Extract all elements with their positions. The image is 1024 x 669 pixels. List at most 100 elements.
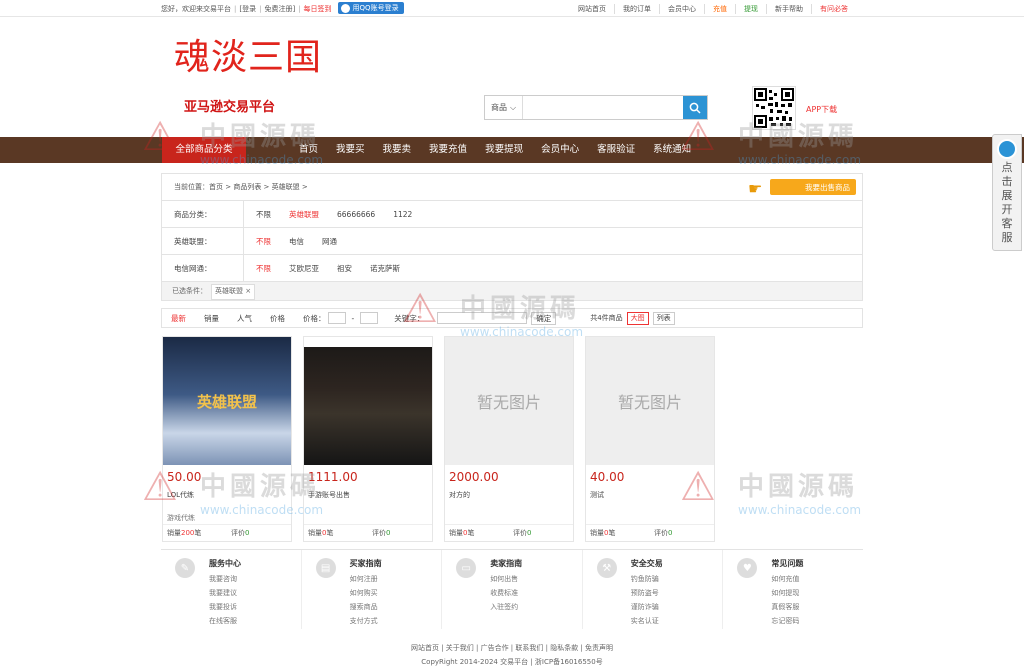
top-link-member[interactable]: 会员中心 [659, 4, 704, 14]
filter-row-lol: 英雄联盟： 不限 电信 网通 [162, 228, 862, 255]
sell-goods-button[interactable]: ☛ 我要出售商品 [748, 179, 856, 198]
filter-option-active[interactable]: 不限 [256, 255, 271, 281]
footer-link[interactable]: 我要咨询 [209, 572, 301, 586]
filter-option[interactable]: 1122 [393, 201, 412, 227]
filter-confirm-button[interactable]: 确定 [531, 311, 557, 325]
view-grid-button[interactable]: 大图 [626, 311, 649, 325]
footer-link[interactable]: 如何提现 [771, 586, 863, 600]
nav-sell[interactable]: 我要卖 [374, 137, 421, 163]
footer-link[interactable]: 如何充值 [771, 572, 863, 586]
product-image[interactable]: 英雄联盟 [163, 337, 291, 465]
watermark: ⚠ 中國源碼 www.chinacode.com [680, 464, 862, 517]
product-card[interactable]: 暂无图片 40.00 测试 销量0笔 评价0 [585, 336, 715, 542]
app-download-link[interactable]: APP下载 [806, 104, 837, 115]
filter-option-active[interactable]: 英雄联盟 [289, 201, 319, 227]
footer-link[interactable]: 搜索商品 [350, 600, 442, 614]
store-icon: ▭ [456, 558, 477, 578]
nav-recharge[interactable]: 我要充值 [420, 137, 476, 163]
chevron-down-icon: ⌵ [509, 102, 517, 112]
footer-col-seller: ▭ 卖家指南 如何出售 收费标准 入驻签约 [442, 550, 583, 629]
footer-col-faq: ♥ 常见问题 如何充值 如何提现 真假客服 忘记密码 [723, 550, 863, 629]
product-card[interactable]: 1111.00 手游账号出售 销量0笔 评价0 [303, 336, 433, 542]
top-link-withdraw[interactable]: 提现 [735, 4, 766, 14]
filter-option[interactable]: 66666666 [337, 201, 375, 227]
nav-notice[interactable]: 系统通知 [644, 137, 700, 163]
top-link-recharge[interactable]: 充值 [704, 4, 735, 14]
login-link[interactable]: [登录 [239, 4, 256, 14]
search-category-select[interactable]: 商品 ⌵ [485, 96, 523, 119]
search-input[interactable] [523, 96, 683, 119]
footer-link[interactable]: 如何注册 [350, 572, 442, 586]
filter-panel: 当前位置：首页 > 商品列表 > 英雄联盟 > ☛ 我要出售商品 商品分类： 不限… [161, 173, 863, 301]
filter-option[interactable]: 祖安 [337, 255, 352, 281]
pencil-icon: ✎ [175, 558, 195, 578]
view-list-button[interactable]: 列表 [652, 311, 675, 325]
product-image[interactable] [304, 337, 432, 465]
heart-icon: ♥ [737, 558, 758, 578]
search-icon [689, 102, 701, 114]
footer-link[interactable]: 我要建议 [209, 586, 301, 600]
footer-link[interactable]: 忘记密码 [771, 614, 863, 628]
filter-option[interactable]: 艾欧尼亚 [289, 255, 319, 281]
filter-option[interactable]: 网通 [322, 228, 337, 254]
bottom-links[interactable]: 网站首页 | 关于我们 | 广告合作 | 联系我们 | 隐私条款 | 免责声明 [0, 643, 1024, 653]
top-link-orders[interactable]: 我的订单 [614, 4, 659, 14]
footer-link[interactable]: 在线客服 [209, 614, 301, 628]
product-image-placeholder[interactable]: 暂无图片 [586, 337, 714, 465]
qq-login-button[interactable]: 用QQ账号登录 [337, 2, 404, 14]
footer-link[interactable]: 如何购买 [350, 586, 442, 600]
sort-newest[interactable]: 最新 [162, 313, 195, 324]
product-card[interactable]: 英雄联盟 50.00 LOL代练 游戏代练 销量200笔 评价0 [162, 336, 292, 542]
filter-option[interactable]: 不限 [256, 201, 271, 227]
site-slogan: 亚马逊交易平台 [184, 100, 276, 115]
customer-service-tab[interactable]: 点击展开客服 [992, 134, 1022, 251]
footer-link[interactable]: 实名认证 [631, 614, 723, 628]
product-title[interactable]: 测试 [590, 490, 604, 500]
chosen-tag[interactable]: 英雄联盟 × [211, 284, 256, 300]
nav-withdraw[interactable]: 我要提现 [476, 137, 532, 163]
footer-link[interactable]: 我要投诉 [209, 600, 301, 614]
product-price: 2000.00 [449, 470, 499, 484]
filter-option-active[interactable]: 不限 [256, 228, 271, 254]
top-link-faq[interactable]: 有问必答 [811, 4, 856, 14]
footer-link[interactable]: 如何出售 [490, 572, 582, 586]
product-card[interactable]: 暂无图片 2000.00 对方的 销量0笔 评价0 [444, 336, 574, 542]
footer-link[interactable]: 钓鱼防骗 [631, 572, 723, 586]
nav-service-verify[interactable]: 客服验证 [588, 137, 644, 163]
nav-member[interactable]: 会员中心 [532, 137, 588, 163]
filter-option[interactable]: 电信 [289, 228, 304, 254]
top-link-home[interactable]: 网站首页 [570, 4, 614, 14]
footer-link[interactable]: 支付方式 [350, 614, 442, 628]
filter-row-telecom: 电信网通： 不限 艾欧尼亚 祖安 诺克萨斯 [162, 255, 862, 282]
footer-link[interactable]: 入驻签约 [490, 600, 582, 614]
product-title[interactable]: LOL代练 [167, 490, 194, 500]
footer-link[interactable]: 真假客服 [771, 600, 863, 614]
nav-home[interactable]: 首页 [290, 137, 327, 163]
cart-icon: ▤ [315, 558, 336, 578]
price-min-input[interactable] [327, 312, 346, 324]
product-image-placeholder[interactable]: 暂无图片 [445, 337, 573, 465]
sort-popularity[interactable]: 人气 [228, 313, 261, 324]
welcome-text: 您好，欢迎来交易平台 [161, 5, 231, 13]
wrench-icon: ⚒ [596, 558, 617, 578]
register-link[interactable]: 免费注册] [264, 4, 295, 14]
product-title[interactable]: 对方的 [449, 490, 470, 500]
product-title[interactable]: 手游账号出售 [308, 490, 350, 500]
sort-sales[interactable]: 销量 [195, 313, 228, 324]
keyword-input[interactable] [437, 312, 528, 324]
nav-buy[interactable]: 我要买 [327, 137, 374, 163]
product-stats: 销量0笔 评价0 [586, 524, 714, 541]
footer-link[interactable]: 预防盗号 [631, 586, 723, 600]
qq-icon [340, 3, 350, 13]
sort-price[interactable]: 价格 [261, 313, 294, 324]
nav-all-categories[interactable]: 全部商品分类 [162, 137, 246, 163]
site-logo[interactable]: 魂淡三国 [174, 28, 322, 80]
signin-link[interactable]: 每日签到 [304, 4, 332, 14]
footer-link[interactable]: 收费标准 [490, 586, 582, 600]
top-bar: 您好，欢迎来交易平台 | [登录 | 免费注册] | 每日签到 用QQ账号登录 … [0, 0, 1024, 17]
price-max-input[interactable] [360, 312, 379, 324]
footer-link[interactable]: 谨防诈骗 [631, 600, 723, 614]
top-link-help[interactable]: 新手帮助 [766, 4, 811, 14]
search-button[interactable] [683, 96, 707, 119]
filter-option[interactable]: 诺克萨斯 [370, 255, 400, 281]
